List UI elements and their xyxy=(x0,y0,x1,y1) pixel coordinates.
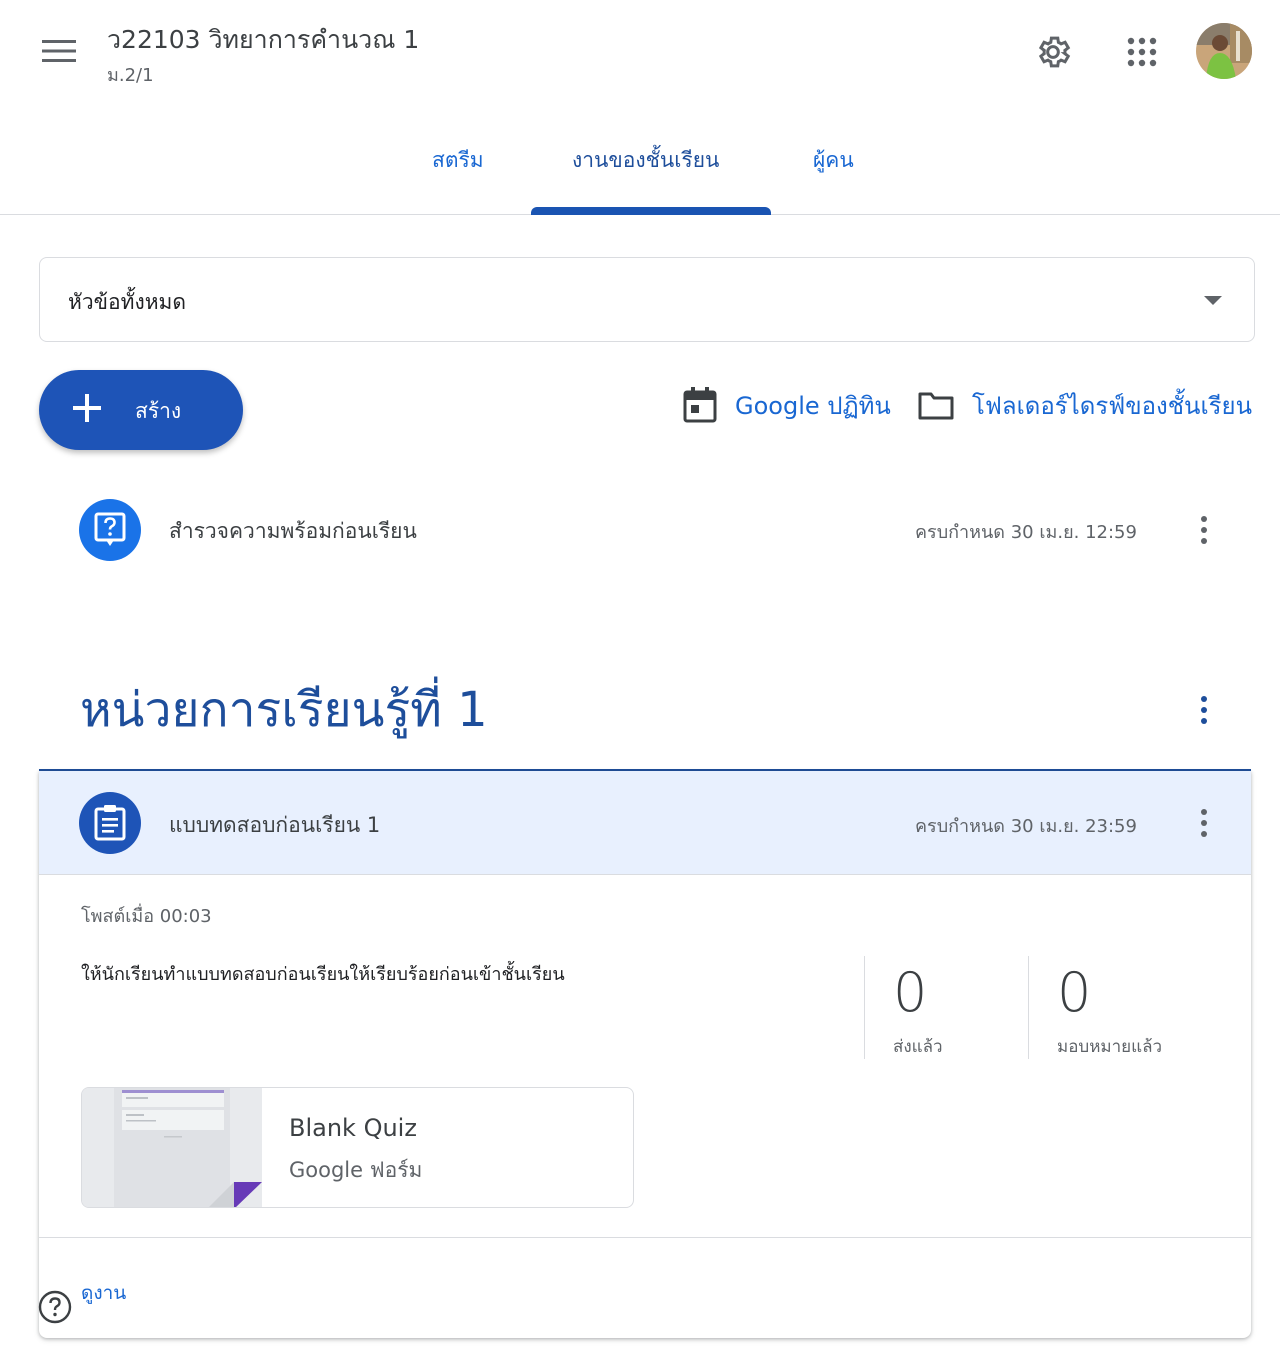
turned-in-count[interactable]: 0 xyxy=(893,961,927,1024)
google-calendar-link[interactable]: Google ปฏิทิน xyxy=(683,385,891,425)
folder-icon xyxy=(918,392,954,420)
assignment-card-header[interactable]: แบบทดสอบก่อนเรียน 1 ครบกำหนด 30 เม.ย. 23… xyxy=(39,771,1251,875)
due-date: ครบกำหนด 30 เม.ย. 12:59 xyxy=(915,522,1137,543)
stat-divider xyxy=(864,956,865,1059)
assignment-instructions: ให้นักเรียนทำแบบทดสอบก่อนเรียนให้เรียบร้… xyxy=(81,964,565,985)
view-assignment-link[interactable]: ดูงาน xyxy=(81,1278,126,1308)
stat-divider xyxy=(1028,956,1029,1059)
plus-icon xyxy=(73,394,101,422)
assigned-count[interactable]: 0 xyxy=(1057,961,1091,1024)
course-section: ม.2/1 xyxy=(107,65,154,86)
attachment-card[interactable]: Blank Quiz Google ฟอร์ม xyxy=(81,1087,634,1208)
posted-time: โพสต์เมื่อ 00:03 xyxy=(81,906,212,927)
question-icon xyxy=(79,499,141,561)
settings-gear-icon[interactable] xyxy=(1029,28,1077,76)
topic-more-options-icon[interactable] xyxy=(1190,686,1218,734)
class-drive-folder-link[interactable]: โฟลเดอร์ไดรฟ์ของชั้นเรียน xyxy=(918,385,1252,425)
avatar[interactable] xyxy=(1196,23,1252,79)
turned-in-label: ส่งแล้ว xyxy=(893,1037,943,1057)
topic-heading: หน่วยการเรียนรู้ที่ 1 xyxy=(80,682,488,738)
tab-people[interactable]: ผู้คน xyxy=(813,144,854,177)
calendar-icon xyxy=(683,387,717,423)
form-thumbnail xyxy=(82,1088,262,1207)
course-title[interactable]: ว22103 วิทยาการคำนวณ 1 xyxy=(107,20,419,60)
create-button-label: สร้าง xyxy=(135,399,182,423)
active-tab-indicator xyxy=(531,207,771,215)
google-calendar-link-label: Google ปฏิทิน xyxy=(735,391,891,420)
quiz-assignment-icon xyxy=(79,792,141,854)
tab-stream[interactable]: สตรีม xyxy=(432,144,484,177)
apps-grid-icon[interactable] xyxy=(1118,28,1166,76)
assignment-title: สำรวจความพร้อมก่อนเรียน xyxy=(169,519,417,543)
app-header: ว22103 วิทยาการคำนวณ 1 ม.2/1 สตรีม งานขอ… xyxy=(0,0,1280,215)
menu-icon[interactable] xyxy=(38,30,80,72)
card-footer-divider xyxy=(39,1237,1251,1238)
due-date: ครบกำหนด 30 เม.ย. 23:59 xyxy=(915,816,1137,837)
create-button[interactable]: สร้าง xyxy=(39,370,243,450)
standalone-assignment-row[interactable]: สำรวจความพร้อมก่อนเรียน ครบกำหนด 30 เม.ย… xyxy=(39,470,1251,590)
topic-filter-dropdown[interactable]: หัวข้อทั้งหมด xyxy=(39,257,1255,342)
more-options-icon[interactable] xyxy=(1190,799,1218,847)
topic-filter-value: หัวข้อทั้งหมด xyxy=(68,290,187,314)
attachment-title: Blank Quiz xyxy=(289,1114,417,1142)
dropdown-arrow-icon xyxy=(1204,296,1222,305)
more-options-icon[interactable] xyxy=(1190,506,1218,554)
assignment-title: แบบทดสอบก่อนเรียน 1 xyxy=(169,813,381,837)
assignment-card: แบบทดสอบก่อนเรียน 1 ครบกำหนด 30 เม.ย. 23… xyxy=(39,771,1251,1338)
tab-bar: สตรีม งานของชั้นเรียน ผู้คน xyxy=(0,120,1280,215)
help-icon[interactable] xyxy=(38,1290,72,1324)
tab-classwork[interactable]: งานของชั้นเรียน xyxy=(572,144,719,177)
class-drive-folder-link-label: โฟลเดอร์ไดรฟ์ของชั้นเรียน xyxy=(972,391,1253,420)
assigned-label: มอบหมายแล้ว xyxy=(1057,1037,1163,1057)
attachment-type: Google ฟอร์ม xyxy=(289,1158,423,1182)
